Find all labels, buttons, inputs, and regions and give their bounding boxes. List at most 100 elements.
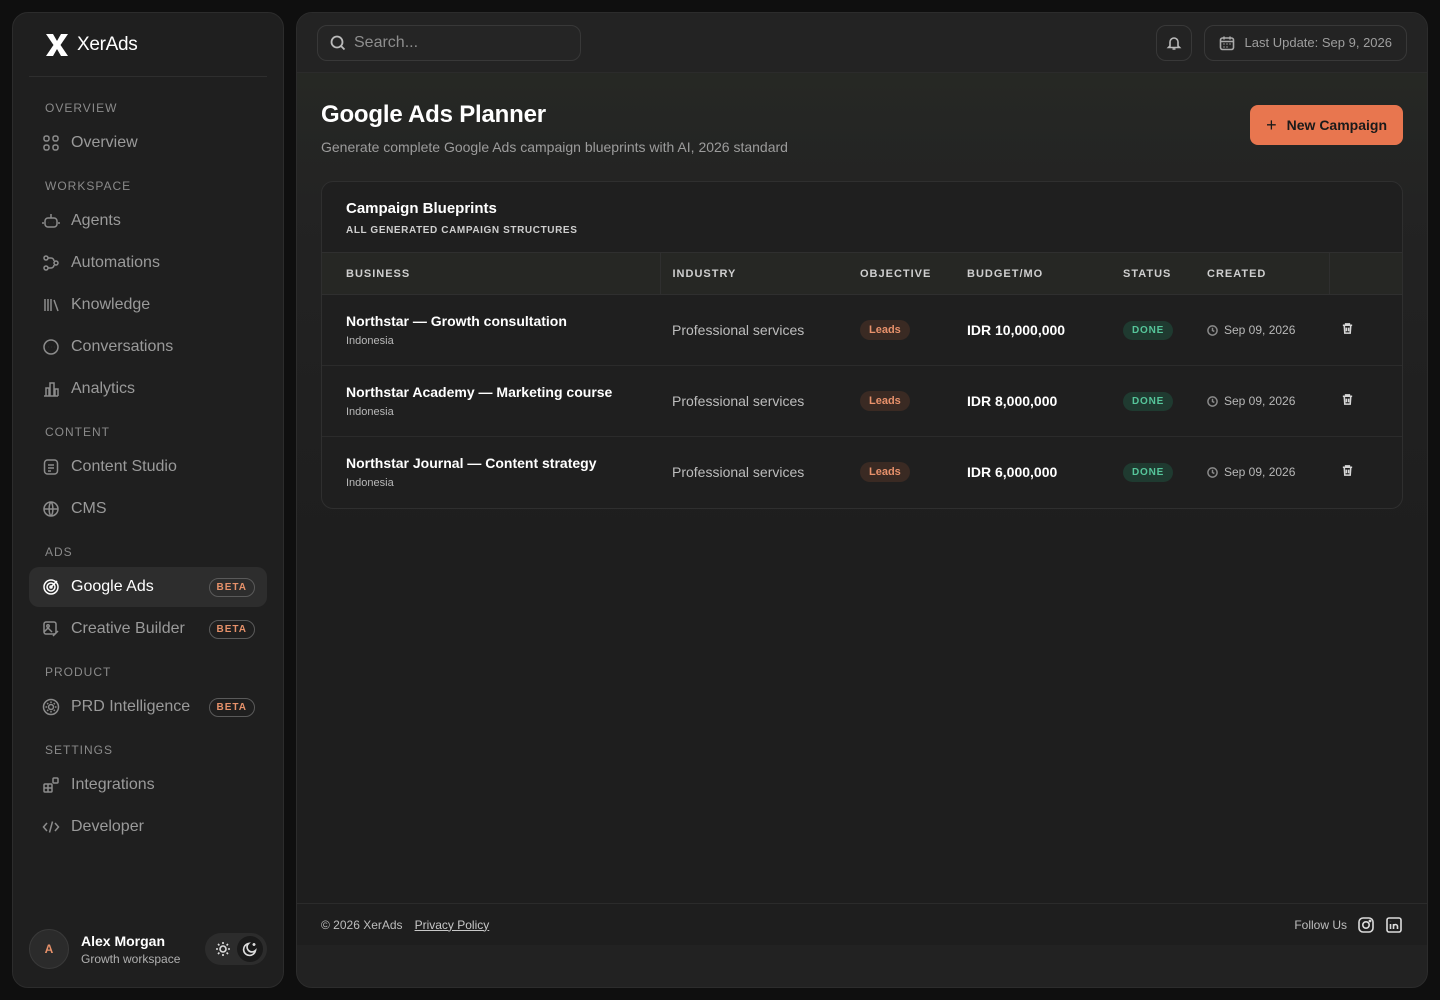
card-subtitle: ALL GENERATED CAMPAIGN STRUCTURES bbox=[346, 225, 578, 236]
sidebar-item-conversations[interactable]: Conversations bbox=[29, 327, 267, 367]
sidebar-item-label: PRD Intelligence bbox=[71, 698, 191, 715]
table-row[interactable]: Northstar Journal — Content strategy Indo… bbox=[322, 437, 1402, 508]
privacy-policy-link[interactable]: Privacy Policy bbox=[415, 918, 490, 932]
building-chart-icon bbox=[41, 379, 61, 399]
moon-icon[interactable] bbox=[236, 936, 263, 962]
delete-button[interactable] bbox=[1329, 437, 1402, 508]
sidebar-item-cms[interactable]: CMS bbox=[29, 489, 267, 529]
target-icon bbox=[41, 577, 61, 597]
section-label-content: CONTENT bbox=[45, 425, 110, 439]
topbar: Last Update: Sep 9, 2026 bbox=[297, 13, 1427, 73]
avatar[interactable]: A bbox=[29, 929, 69, 969]
last-update-text: Last Update: Sep 9, 2026 bbox=[1244, 35, 1392, 50]
x-logo-icon bbox=[46, 33, 68, 56]
app: XerAds OVERVIEW Overview WORKSPACE Agent… bbox=[0, 0, 1440, 1000]
sidebar-item-knowledge[interactable]: Knowledge bbox=[29, 285, 267, 325]
sidebar-item-label: Developer bbox=[71, 818, 144, 835]
library-icon bbox=[41, 295, 61, 315]
col-industry[interactable]: INDUSTRY bbox=[660, 252, 848, 295]
sidebar-item-label: Agents bbox=[71, 212, 121, 229]
sidebar-item-label: Content Studio bbox=[71, 458, 177, 475]
plus-icon: + bbox=[1266, 115, 1277, 135]
beta-badge: BETA bbox=[208, 697, 255, 717]
business-name[interactable]: Northstar Academy — Marketing course bbox=[346, 384, 648, 400]
sidebar-item-creative-builder[interactable]: Creative Builder BETA bbox=[29, 609, 267, 649]
col-business[interactable]: BUSINESS bbox=[322, 252, 661, 295]
budget-value: IDR 10,000,000 bbox=[967, 322, 1066, 338]
sidebar-item-label: Creative Builder bbox=[71, 620, 185, 637]
industry-cell: Professional services bbox=[672, 464, 805, 481]
industry-cell: Professional services bbox=[672, 393, 805, 409]
created-cell: Sep 09, 2026 bbox=[1207, 323, 1317, 337]
notifications-button[interactable] bbox=[1155, 24, 1192, 61]
brand[interactable]: XerAds bbox=[29, 13, 267, 77]
theme-toggle[interactable] bbox=[205, 933, 267, 965]
new-campaign-button[interactable]: + New Campaign bbox=[1250, 105, 1403, 145]
sidebar-item-analytics[interactable]: Analytics bbox=[29, 369, 267, 409]
sidebar-item-prd-intelligence[interactable]: PRD Intelligence BETA bbox=[29, 687, 267, 727]
last-update[interactable]: Last Update: Sep 9, 2026 bbox=[1203, 24, 1407, 61]
budget-value: IDR 6,000,000 bbox=[967, 464, 1058, 481]
bell-icon bbox=[1166, 36, 1181, 50]
sidebar-item-content-studio[interactable]: Content Studio bbox=[29, 447, 267, 487]
clock-icon bbox=[1207, 466, 1218, 478]
user-info: Alex Morgan Growth workspace bbox=[81, 933, 193, 966]
col-status[interactable]: STATUS bbox=[1111, 252, 1195, 295]
sidebar-item-label: Automations bbox=[71, 254, 160, 271]
page-title: Google Ads Planner bbox=[321, 101, 546, 128]
delete-button[interactable] bbox=[1329, 366, 1402, 437]
sidebar-item-developer[interactable]: Developer bbox=[29, 807, 267, 847]
business-location: Indonesia bbox=[346, 477, 394, 490]
sidebar-item-label: Overview bbox=[71, 134, 138, 151]
created-date: Sep 09, 2026 bbox=[1224, 465, 1296, 480]
delete-button[interactable] bbox=[1329, 295, 1402, 366]
table-row[interactable]: Northstar Academy — Marketing course Indo… bbox=[322, 366, 1402, 437]
col-objective[interactable]: OBJECTIVE bbox=[848, 252, 955, 295]
col-created[interactable]: CREATED bbox=[1195, 252, 1330, 295]
business-location: Indonesia bbox=[346, 406, 394, 418]
chat-icon bbox=[41, 337, 61, 357]
created-date: Sep 09, 2026 bbox=[1224, 394, 1296, 408]
page-content: Google Ads Planner Generate complete Goo… bbox=[297, 73, 1427, 945]
search-box[interactable] bbox=[317, 24, 581, 61]
business-name[interactable]: Northstar — Growth consultation bbox=[346, 313, 648, 329]
search-input[interactable] bbox=[354, 33, 554, 52]
follow-us-label: Follow Us bbox=[1294, 917, 1347, 932]
beta-badge: BETA bbox=[208, 619, 255, 639]
sidebar-item-agents[interactable]: Agents bbox=[29, 201, 267, 241]
business-name[interactable]: Northstar Journal — Content strategy bbox=[346, 455, 648, 471]
topbar-actions: Last Update: Sep 9, 2026 bbox=[1155, 24, 1407, 61]
campaign-table: BUSINESS INDUSTRY OBJECTIVE BUDGET/MO ST… bbox=[322, 252, 1402, 508]
sidebar-item-label: CMS bbox=[71, 500, 107, 517]
clock-icon bbox=[1207, 395, 1218, 407]
col-budget[interactable]: BUDGET/MO bbox=[955, 252, 1111, 295]
workflow-icon bbox=[41, 253, 61, 273]
section-label-overview: OVERVIEW bbox=[45, 101, 118, 115]
page-header: Google Ads Planner Generate complete Goo… bbox=[321, 101, 1403, 155]
user-profile[interactable]: A Alex Morgan Growth workspace bbox=[29, 927, 267, 971]
sidebar-item-integrations[interactable]: Integrations bbox=[29, 765, 267, 805]
sun-icon[interactable] bbox=[210, 936, 236, 962]
image-edit-icon bbox=[41, 619, 61, 639]
objective-badge: Leads bbox=[860, 391, 910, 411]
grid-icon bbox=[41, 133, 61, 153]
table-row[interactable]: Northstar — Growth consultation Indonesia… bbox=[322, 295, 1402, 366]
created-cell: Sep 09, 2026 bbox=[1207, 465, 1317, 479]
linkedin-icon[interactable] bbox=[1385, 916, 1403, 934]
status-badge: DONE bbox=[1123, 321, 1174, 340]
sidebar-item-label: Integrations bbox=[71, 776, 155, 793]
sidebar: XerAds OVERVIEW Overview WORKSPACE Agent… bbox=[12, 12, 284, 988]
sidebar-item-google-ads[interactable]: Google Ads BETA bbox=[29, 567, 267, 607]
sidebar-nav: OVERVIEW Overview WORKSPACE Agents Autom… bbox=[29, 87, 267, 847]
sidebar-item-automations[interactable]: Automations bbox=[29, 243, 267, 283]
code-icon bbox=[41, 817, 61, 837]
sidebar-item-overview[interactable]: Overview bbox=[29, 123, 267, 163]
objective-badge: Leads bbox=[860, 462, 910, 483]
created-cell: Sep 09, 2026 bbox=[1207, 394, 1317, 408]
sidebar-item-label: Google Ads bbox=[71, 578, 154, 595]
instagram-icon[interactable] bbox=[1357, 916, 1375, 934]
cog-circle-icon bbox=[41, 697, 61, 717]
table-header-row: BUSINESS INDUSTRY OBJECTIVE BUDGET/MO ST… bbox=[322, 252, 1402, 295]
new-campaign-label: New Campaign bbox=[1286, 117, 1387, 133]
calendar-icon bbox=[1219, 36, 1234, 50]
